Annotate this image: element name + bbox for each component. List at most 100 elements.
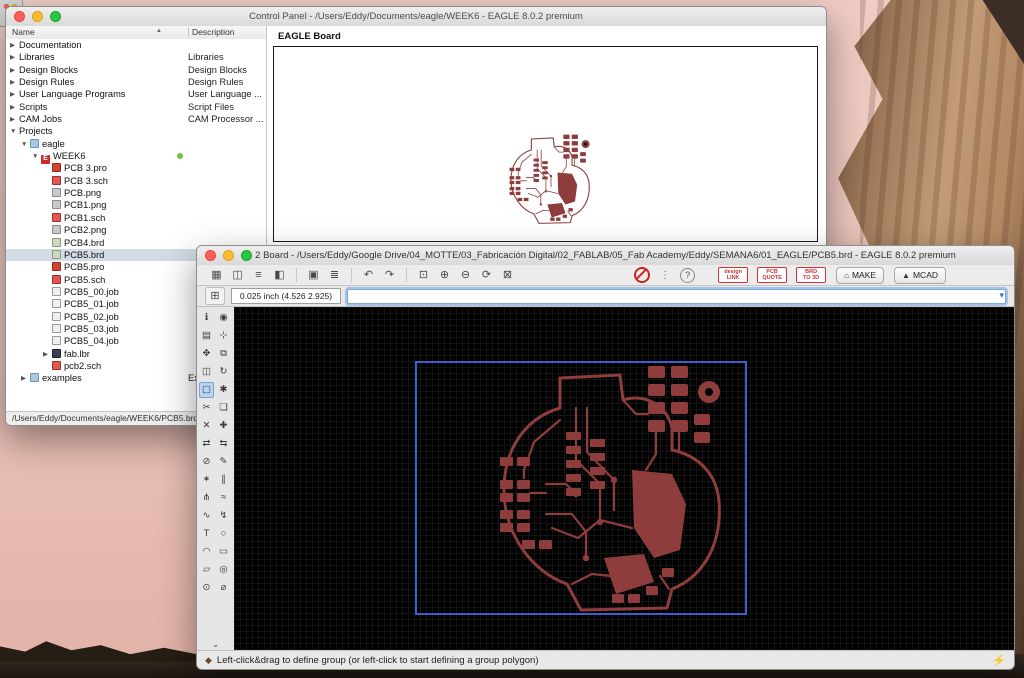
- ripup-tool[interactable]: ↯: [216, 508, 231, 524]
- delete-tool[interactable]: ✕: [199, 418, 214, 434]
- tree-item-pcb-3-pro[interactable]: PCB 3.pro: [6, 162, 266, 174]
- tree-item-cam-jobs[interactable]: ▶ CAM Jobs CAM Processor ...: [6, 113, 266, 125]
- tree-item-eagle[interactable]: ▼ eagle: [6, 138, 266, 150]
- mirror-tool[interactable]: ◫: [199, 364, 214, 380]
- help-icon[interactable]: ?: [680, 267, 696, 283]
- optimize-tool[interactable]: ≈: [216, 490, 231, 506]
- split-tool[interactable]: ∥: [216, 472, 231, 488]
- pinswap-tool[interactable]: ⇄: [199, 436, 214, 452]
- palette-expander[interactable]: ⌄: [197, 639, 234, 650]
- sheet-icon[interactable]: ▣: [304, 267, 323, 284]
- layers-icon[interactable]: ≣: [325, 267, 344, 284]
- control-panel-titlebar[interactable]: Control Panel - /Users/Eddy/Documents/ea…: [6, 7, 826, 27]
- column-header-name[interactable]: Name: [12, 27, 35, 37]
- hole-tool[interactable]: ⌀: [216, 580, 231, 596]
- preview-title: EAGLE Board: [278, 31, 341, 42]
- move-tool[interactable]: ✥: [199, 346, 214, 362]
- arc-tool[interactable]: ◠: [199, 544, 214, 560]
- minimize-button[interactable]: [223, 250, 234, 261]
- tree-item-pcb-3-sch[interactable]: PCB 3.sch: [6, 175, 266, 187]
- more-options-icon[interactable]: ⋮: [660, 270, 670, 281]
- group-tool[interactable]: ▢: [199, 382, 214, 398]
- tree-item-documentation[interactable]: ▶ Documentation: [6, 39, 266, 51]
- display-tool[interactable]: ▤: [199, 328, 214, 344]
- board-canvas[interactable]: [234, 307, 1014, 651]
- group-mode-icon: ◆: [205, 654, 212, 665]
- tree-item-libraries[interactable]: ▶ Libraries Libraries: [6, 51, 266, 63]
- chevron-down-icon[interactable]: ▾: [999, 290, 1004, 301]
- tree-item-scripts[interactable]: ▶ Scripts Script Files: [6, 101, 266, 113]
- column-header-description[interactable]: Description: [188, 27, 235, 37]
- sch-file-icon: [52, 175, 61, 185]
- via-tool[interactable]: ◎: [216, 562, 231, 578]
- expand-arrow-icon[interactable]: ▶: [21, 373, 30, 385]
- tree-item-pcb2-png[interactable]: PCB2.png: [6, 224, 266, 236]
- make-icon: ⌂: [844, 270, 849, 280]
- web-button-1[interactable]: design LINK: [718, 266, 749, 284]
- tree-item-design-blocks[interactable]: ▶ Design Blocks Design Blocks: [6, 64, 266, 76]
- show-tool[interactable]: ◉: [216, 310, 231, 326]
- tree-item-pcb-png[interactable]: PCB.png: [6, 187, 266, 199]
- tree-item-design-rules[interactable]: ▶ Design Rules Design Rules: [6, 76, 266, 88]
- zoom-redraw-icon[interactable]: ⟳: [477, 267, 496, 284]
- main-toolbar: ▦ ◫ ≡ ◧ ▣ ≣ ↶ ↷ ⊡ ⊕ ⊖ ⟳ ⊠ ⋮ ? design LINK PCB QUOTE BRD T…: [197, 265, 1014, 286]
- open-board-icon[interactable]: ▦: [207, 267, 226, 284]
- miter-tool[interactable]: ⋔: [199, 490, 214, 506]
- change-tool[interactable]: ✱: [216, 382, 231, 398]
- print-icon[interactable]: ≡: [249, 267, 268, 284]
- tree-item-label: PCB5_02.job: [64, 311, 119, 322]
- tree-item-pcb1-sch[interactable]: PCB1.sch: [6, 212, 266, 224]
- smash-tool[interactable]: ✶: [199, 472, 214, 488]
- redo-icon[interactable]: ↷: [380, 267, 399, 284]
- copy-tool[interactable]: ⧉: [216, 346, 231, 362]
- name-tool[interactable]: ✎: [216, 454, 231, 470]
- mcad-button[interactable]: ▲ MCAD: [894, 266, 946, 284]
- sort-ascending-icon: ▲: [156, 28, 162, 34]
- stop-icon[interactable]: [634, 267, 651, 283]
- save-icon[interactable]: ◫: [228, 267, 247, 284]
- text-tool[interactable]: T: [199, 526, 214, 542]
- make-button[interactable]: ⌂ MAKE: [836, 266, 885, 284]
- minimize-button[interactable]: [32, 11, 43, 22]
- close-button[interactable]: [205, 250, 216, 261]
- info-tool[interactable]: ℹ: [199, 310, 214, 326]
- zoom-fit-icon[interactable]: ⊡: [414, 267, 433, 284]
- zoom-button[interactable]: [50, 11, 61, 22]
- zoom-in-icon[interactable]: ⊕: [435, 267, 454, 284]
- mark-tool[interactable]: ⊹: [216, 328, 231, 344]
- rect-tool[interactable]: ▭: [216, 544, 231, 560]
- zoom-button[interactable]: [241, 250, 252, 261]
- replace-tool[interactable]: ⇆: [216, 436, 231, 452]
- route-tool[interactable]: ∿: [199, 508, 214, 524]
- web-button-2[interactable]: PCB QUOTE: [757, 266, 788, 284]
- close-button[interactable]: [14, 11, 25, 22]
- lbr-file-icon: [52, 348, 61, 358]
- board-editor-titlebar[interactable]: 2 Board - /Users/Eddy/Google Drive/04_MO…: [197, 246, 1014, 266]
- add-tool[interactable]: ✚: [216, 418, 231, 434]
- cam-icon[interactable]: ◧: [270, 267, 289, 284]
- tree-item-label: pcb2.sch: [64, 360, 102, 371]
- lock-tool[interactable]: ⊘: [199, 454, 214, 470]
- tree-item-week6[interactable]: ▼ E WEEK6: [6, 150, 266, 165]
- rotate-tool[interactable]: ↻: [216, 364, 231, 380]
- tree-item-pcb1-png[interactable]: PCB1.png: [6, 199, 266, 211]
- paste-tool[interactable]: ❏: [216, 400, 231, 416]
- grid-button[interactable]: ⊞: [205, 287, 225, 305]
- web-button-3[interactable]: BRD TO 3D: [796, 266, 827, 284]
- zoom-select-icon[interactable]: ⊠: [498, 267, 517, 284]
- tree-item-description: Libraries: [188, 52, 224, 63]
- polygon-tool[interactable]: ▱: [199, 562, 214, 578]
- tree-item-label: PCB5_04.job: [64, 336, 119, 347]
- circle-tool[interactable]: ○: [216, 526, 231, 542]
- zoom-out-icon[interactable]: ⊖: [456, 267, 475, 284]
- cut-tool[interactable]: ✂: [199, 400, 214, 416]
- command-input[interactable]: [347, 288, 1006, 304]
- web-button-line2: TO 3D: [803, 275, 820, 281]
- tree-item-user-language-programs[interactable]: ▶ User Language Programs User Language ...: [6, 88, 266, 100]
- tree-item-label: PCB 3.pro: [64, 163, 107, 174]
- tree-item-label: User Language Programs: [19, 89, 126, 100]
- board-dimension-frame: [415, 361, 747, 615]
- undo-icon[interactable]: ↶: [359, 267, 378, 284]
- tree-item-projects[interactable]: ▼ Projects: [6, 125, 266, 137]
- signal-tool[interactable]: ⊙: [199, 580, 214, 596]
